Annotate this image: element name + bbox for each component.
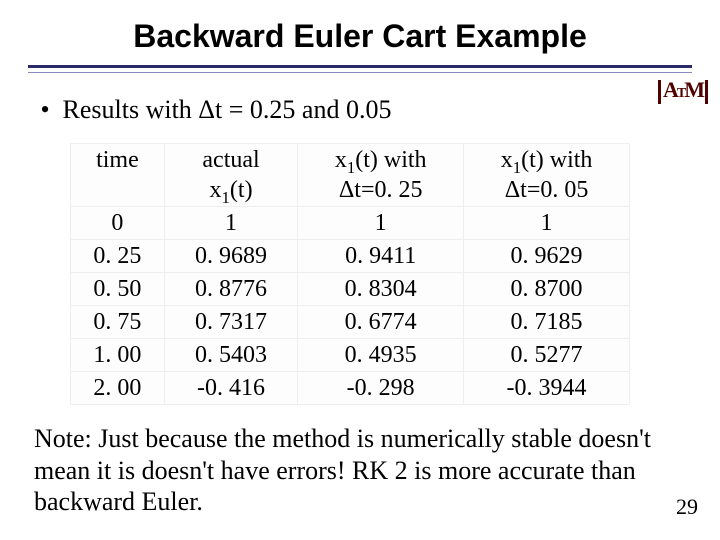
- table-row: 1. 00 0. 5403 0. 4935 0. 5277: [71, 339, 630, 372]
- col-header-dt025-l2: Δt=0. 25: [339, 177, 423, 203]
- cell-actual: -0. 416: [164, 372, 297, 405]
- bullet-item: • Results with Δt = 0.25 and 0.05: [34, 95, 720, 125]
- cell-time: 0. 50: [71, 273, 165, 306]
- logo-glyph: ATM: [658, 80, 702, 104]
- title-underline: [28, 65, 692, 73]
- cell-dt025: 0. 8304: [298, 273, 464, 306]
- cell-dt025: -0. 298: [298, 372, 464, 405]
- cell-dt005: 0. 5277: [464, 339, 630, 372]
- col-header-dt025-x: x: [335, 147, 347, 173]
- col-header-dt005-x: x: [501, 147, 513, 173]
- bullet-mid: t = 0.25 and 0.05: [215, 95, 391, 124]
- cell-actual: 0. 5403: [164, 339, 297, 372]
- table-body: 0 1 1 1 0. 25 0. 9689 0. 9411 0. 9629 0.…: [71, 207, 630, 405]
- col-header-dt025: x1(t) with Δt=0. 25: [298, 144, 464, 207]
- table-row: 0 1 1 1: [71, 207, 630, 240]
- slide-title: Backward Euler Cart Example: [0, 0, 720, 65]
- col-header-time: time: [71, 144, 165, 207]
- table-row: 2. 00 -0. 416 -0. 298 -0. 3944: [71, 372, 630, 405]
- cell-dt005: -0. 3944: [464, 372, 630, 405]
- results-table-wrap: time actual x1(t) x1(t) with Δt=0. 25 x1…: [70, 143, 630, 405]
- cell-dt025: 0. 6774: [298, 306, 464, 339]
- footnote-text: Note: Just because the method is numeric…: [34, 423, 690, 518]
- cell-time: 0: [71, 207, 165, 240]
- cell-dt005: 1: [464, 207, 630, 240]
- bullet-marker: •: [34, 95, 56, 125]
- cell-dt005: 0. 9629: [464, 240, 630, 273]
- cell-time: 1. 00: [71, 339, 165, 372]
- table-header-row: time actual x1(t) x1(t) with Δt=0. 25 x1…: [71, 144, 630, 207]
- col-header-actual-x: x: [210, 177, 222, 203]
- table-row: 0. 25 0. 9689 0. 9411 0. 9629: [71, 240, 630, 273]
- cell-time: 0. 75: [71, 306, 165, 339]
- col-header-dt025-sub: 1: [347, 158, 355, 177]
- cell-time: 2. 00: [71, 372, 165, 405]
- results-table: time actual x1(t) x1(t) with Δt=0. 25 x1…: [70, 143, 630, 405]
- cell-actual: 1: [164, 207, 297, 240]
- bullet-text: Results with Δt = 0.25 and 0.05: [63, 95, 392, 125]
- delta-glyph: Δ: [198, 95, 215, 124]
- col-header-dt005: x1(t) with Δt=0. 05: [464, 144, 630, 207]
- col-header-actual-sub: 1: [222, 188, 230, 207]
- col-header-time-text: time: [96, 147, 139, 173]
- col-header-dt005-post: (t) with: [521, 147, 592, 173]
- slide: Backward Euler Cart Example ATM • Result…: [0, 0, 720, 540]
- cell-dt025: 1: [298, 207, 464, 240]
- cell-dt025: 0. 4935: [298, 339, 464, 372]
- col-header-dt025-post: (t) with: [355, 147, 426, 173]
- cell-dt005: 0. 7185: [464, 306, 630, 339]
- col-header-dt005-sub: 1: [513, 158, 521, 177]
- page-number: 29: [676, 494, 698, 520]
- col-header-actual-post: (t): [230, 177, 253, 203]
- cell-dt005: 0. 8700: [464, 273, 630, 306]
- table-row: 0. 50 0. 8776 0. 8304 0. 8700: [71, 273, 630, 306]
- texas-am-logo: ATM: [658, 80, 702, 114]
- bullet-pre: Results with: [63, 95, 199, 124]
- col-header-actual-l1: actual: [202, 147, 259, 173]
- col-header-dt005-l2: Δt=0. 05: [505, 177, 589, 203]
- cell-actual: 0. 9689: [164, 240, 297, 273]
- cell-actual: 0. 7317: [164, 306, 297, 339]
- table-row: 0. 75 0. 7317 0. 6774 0. 7185: [71, 306, 630, 339]
- col-header-actual: actual x1(t): [164, 144, 297, 207]
- cell-actual: 0. 8776: [164, 273, 297, 306]
- cell-time: 0. 25: [71, 240, 165, 273]
- cell-dt025: 0. 9411: [298, 240, 464, 273]
